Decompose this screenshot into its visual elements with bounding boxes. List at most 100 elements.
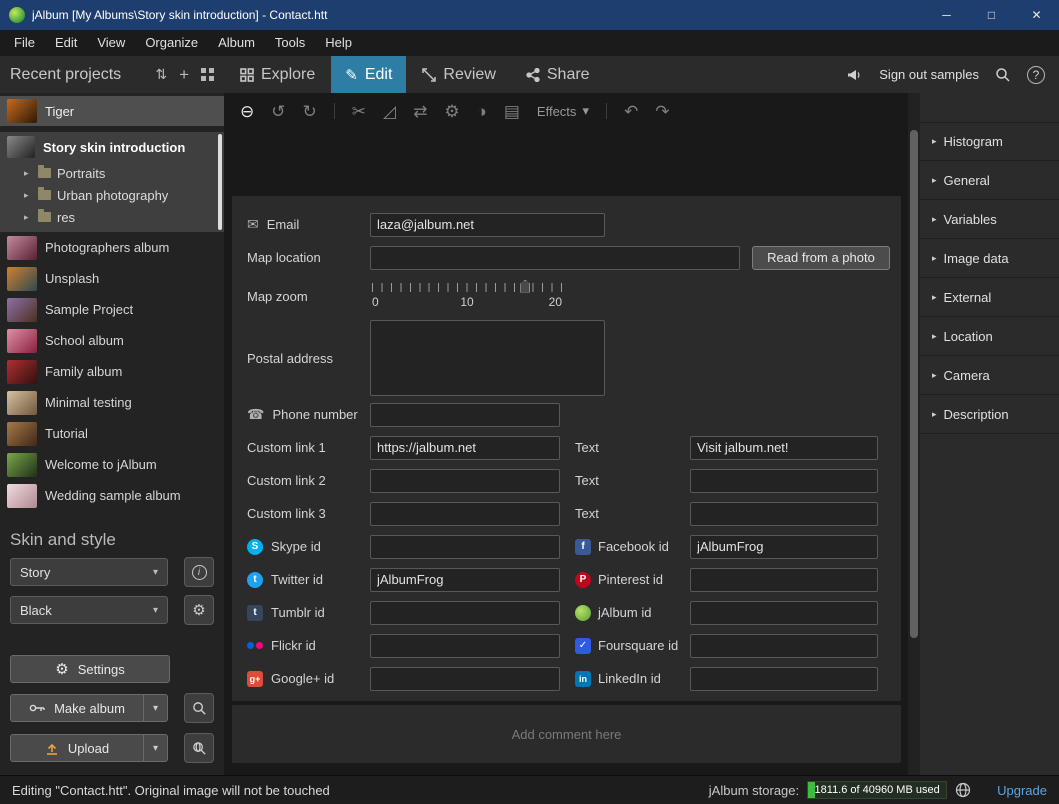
- read-from-photo-button[interactable]: Read from a photo: [752, 246, 890, 270]
- expander-icon[interactable]: ▸: [24, 168, 32, 179]
- phone-number-field[interactable]: [370, 403, 560, 427]
- section-image-data[interactable]: ▸ Image data: [920, 239, 1059, 278]
- custom-link-2-url-field[interactable]: [370, 469, 560, 493]
- menu-view[interactable]: View: [87, 30, 135, 56]
- custom-link-3-text-field[interactable]: [690, 502, 878, 526]
- section-external[interactable]: ▸ External: [920, 278, 1059, 317]
- tree-item-story-skin-introduction[interactable]: Story skin introduction: [0, 132, 224, 162]
- grid-view-icon[interactable]: [201, 68, 214, 81]
- googleplus-id-field[interactable]: [370, 667, 560, 691]
- redo-icon[interactable]: ↷: [655, 103, 669, 120]
- expander-icon[interactable]: ▸: [24, 212, 32, 223]
- tree-item-res[interactable]: ▸ res: [0, 206, 224, 228]
- tab-share[interactable]: Share: [512, 56, 604, 93]
- custom-link-3-url-field[interactable]: [370, 502, 560, 526]
- sort-projects-icon[interactable]: ⇅: [155, 66, 167, 83]
- project-item[interactable]: Unsplash: [0, 263, 224, 294]
- settings-button[interactable]: ⚙ Settings: [10, 655, 170, 683]
- levels-icon[interactable]: ▤: [504, 103, 520, 120]
- preview-in-browser-button[interactable]: [184, 733, 214, 763]
- project-item[interactable]: Photographers album: [0, 232, 224, 263]
- map-zoom-slider[interactable]: 0 10 20: [372, 283, 562, 310]
- facebook-id-field[interactable]: [690, 535, 878, 559]
- menu-tools[interactable]: Tools: [265, 30, 315, 56]
- custom-link-1-url-field[interactable]: [370, 436, 560, 460]
- search-icon[interactable]: [995, 67, 1011, 83]
- project-item[interactable]: Wedding sample album: [0, 480, 224, 511]
- sign-out-link[interactable]: Sign out samples: [879, 67, 979, 82]
- expander-icon[interactable]: ▸: [24, 190, 32, 201]
- main-scrollbar[interactable]: [908, 93, 920, 775]
- linkedin-id-field[interactable]: [690, 667, 878, 691]
- project-thumbnail: [7, 99, 37, 123]
- map-location-field[interactable]: [370, 246, 740, 270]
- style-select[interactable]: Black ▾: [10, 596, 168, 624]
- tree-item-urban-photography[interactable]: ▸ Urban photography: [0, 184, 224, 206]
- close-button[interactable]: ✕: [1014, 0, 1059, 30]
- flip-icon[interactable]: ⇄: [413, 103, 427, 120]
- tab-review[interactable]: Review: [408, 56, 509, 93]
- pinterest-id-field[interactable]: [690, 568, 878, 592]
- sidebar-scrollbar-thumb[interactable]: [218, 134, 222, 230]
- globe-icon[interactable]: [955, 782, 971, 798]
- undo-icon[interactable]: ↶: [624, 103, 638, 120]
- postal-address-input[interactable]: [370, 320, 605, 396]
- menu-help[interactable]: Help: [315, 30, 362, 56]
- menu-file[interactable]: File: [4, 30, 45, 56]
- rotate-left-icon[interactable]: ↺: [271, 103, 285, 120]
- email-field[interactable]: [370, 213, 605, 237]
- custom-link-1-text-field[interactable]: [690, 436, 878, 460]
- skype-id-field[interactable]: [370, 535, 560, 559]
- tree-item-portraits[interactable]: ▸ Portraits: [0, 162, 224, 184]
- project-item[interactable]: Sample Project: [0, 294, 224, 325]
- section-description[interactable]: ▸ Description: [920, 395, 1059, 434]
- crop-icon[interactable]: ✂: [352, 103, 366, 120]
- skin-info-button[interactable]: i: [184, 557, 214, 587]
- make-album-button[interactable]: Make album ▾: [10, 694, 168, 722]
- skin-select[interactable]: Story ▾: [10, 558, 168, 586]
- custom-link-2-text-field[interactable]: [690, 469, 878, 493]
- menu-edit[interactable]: Edit: [45, 30, 87, 56]
- contrast-icon[interactable]: ◑: [477, 103, 487, 120]
- menu-album[interactable]: Album: [208, 30, 265, 56]
- tumblr-id-field[interactable]: [370, 601, 560, 625]
- make-album-icon: [29, 702, 45, 714]
- jalbum-id-field[interactable]: [690, 601, 878, 625]
- preview-album-button[interactable]: [184, 693, 214, 723]
- section-general[interactable]: ▸ General: [920, 161, 1059, 200]
- project-item[interactable]: Minimal testing: [0, 387, 224, 418]
- tab-explore[interactable]: Explore: [226, 56, 329, 93]
- project-item[interactable]: Family album: [0, 356, 224, 387]
- effects-dropdown[interactable]: Effects ▾: [537, 103, 589, 119]
- comment-input[interactable]: Add comment here: [232, 705, 901, 763]
- upgrade-link[interactable]: Upgrade: [997, 783, 1047, 798]
- slider-handle[interactable]: [520, 280, 530, 293]
- twitter-id-field[interactable]: [370, 568, 560, 592]
- adjust-gear-icon[interactable]: ⚙: [444, 103, 459, 120]
- flickr-id-field[interactable]: [370, 634, 560, 658]
- project-item[interactable]: School album: [0, 325, 224, 356]
- foursquare-id-field[interactable]: [690, 634, 878, 658]
- upload-button[interactable]: Upload ▾: [10, 734, 168, 762]
- section-camera[interactable]: ▸ Camera: [920, 356, 1059, 395]
- project-item[interactable]: Tutorial: [0, 418, 224, 449]
- project-item[interactable]: Welcome to jAlbum: [0, 449, 224, 480]
- upload-dropdown[interactable]: ▾: [143, 735, 167, 761]
- rotate-right-icon[interactable]: ↻: [303, 103, 317, 120]
- style-settings-button[interactable]: ⚙: [184, 595, 214, 625]
- main-scrollbar-thumb[interactable]: [910, 130, 918, 638]
- announcement-icon[interactable]: [847, 68, 863, 82]
- maximize-button[interactable]: □: [969, 0, 1014, 30]
- section-histogram[interactable]: ▸ Histogram: [920, 122, 1059, 161]
- help-icon[interactable]: ?: [1027, 66, 1045, 84]
- tab-edit[interactable]: ✎ Edit: [331, 56, 406, 93]
- section-location[interactable]: ▸ Location: [920, 317, 1059, 356]
- make-album-dropdown[interactable]: ▾: [143, 695, 167, 721]
- add-project-icon[interactable]: +: [179, 65, 189, 85]
- menu-organize[interactable]: Organize: [135, 30, 208, 56]
- straighten-icon[interactable]: ◿: [383, 103, 396, 120]
- project-item-tiger[interactable]: Tiger: [0, 96, 224, 126]
- minimize-button[interactable]: ─: [924, 0, 969, 30]
- section-variables[interactable]: ▸ Variables: [920, 200, 1059, 239]
- zoom-out-icon[interactable]: ⊖: [240, 103, 254, 120]
